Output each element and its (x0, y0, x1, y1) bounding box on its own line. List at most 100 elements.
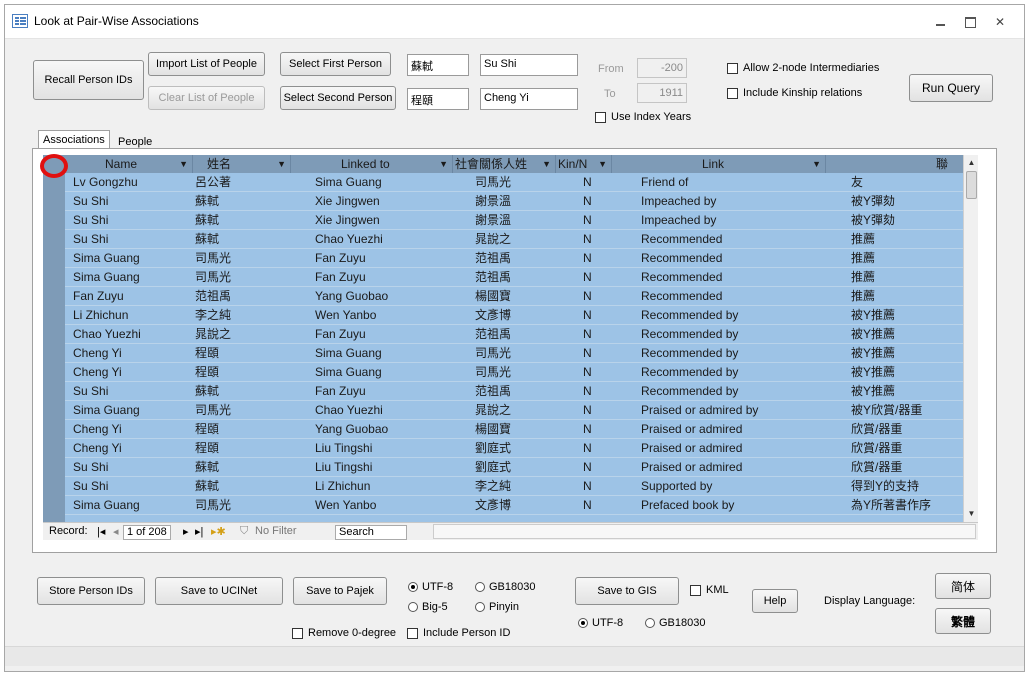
checkbox-box[interactable] (727, 87, 738, 99)
cell-link-chinese[interactable]: 被Y推薦 (851, 306, 978, 325)
allow-intermediaries-checkbox[interactable]: Allow 2-node Intermediaries (727, 62, 879, 74)
cell-link[interactable]: Recommended (641, 287, 846, 306)
cell-name[interactable]: Lv Gongzhu (73, 173, 193, 192)
dropdown-arrow-icon[interactable]: ▼ (542, 155, 551, 173)
cell-name[interactable]: Cheng Yi (73, 439, 193, 458)
cell-kin[interactable]: N (583, 401, 638, 420)
cell-linked-to[interactable]: Fan Zuyu (315, 382, 473, 401)
cell-kin[interactable]: N (583, 458, 638, 477)
cell-linked-to[interactable]: Fan Zuyu (315, 249, 473, 268)
cell-chinese-name[interactable]: 蘇軾 (195, 211, 310, 230)
vertical-scrollbar[interactable]: ▲ ▼ (963, 155, 978, 522)
gis-gb18030-radio[interactable]: GB18030 (645, 617, 705, 629)
cell-linked-to[interactable]: Chao Yuezhi (315, 230, 473, 249)
cell-link-chinese[interactable]: 得到Y的支持 (851, 477, 978, 496)
dropdown-arrow-icon[interactable]: ▼ (598, 155, 607, 173)
column-linked-chinese[interactable]: 社會關係人姓 ▼ (453, 155, 556, 173)
traditional-chinese-button[interactable]: 繁體 (935, 608, 991, 634)
cell-link-chinese[interactable]: 被Y彈劾 (851, 192, 978, 211)
cell-name[interactable]: Sima Guang (73, 401, 193, 420)
dropdown-arrow-icon[interactable]: ▼ (277, 155, 286, 173)
store-person-ids-button[interactable]: Store Person IDs (37, 577, 145, 605)
search-input[interactable]: Search (335, 525, 407, 540)
new-record-icon[interactable]: ▸✱ (211, 525, 226, 538)
cell-kin[interactable]: N (583, 325, 638, 344)
table-row[interactable]: Cheng Yi 程頤 Liu Tingshi 劉庭式 N Praised or admi… (65, 439, 978, 458)
column-link-chinese[interactable]: 聯 (826, 155, 963, 173)
column-name[interactable]: Name ▼ (65, 155, 193, 173)
radio-dot[interactable] (578, 618, 588, 628)
cell-linked-to[interactable]: Chao Yuezhi (315, 401, 473, 420)
cell-link[interactable]: Supported by (641, 477, 846, 496)
cell-linked-to[interactable]: Liu Tingshi (315, 439, 473, 458)
table-row[interactable]: Sima Guang 司馬光 Fan Zuyu 范祖禹 N Recommended 推薦 (65, 249, 978, 268)
cell-link[interactable]: Praised or admired (641, 458, 846, 477)
save-to-pajek-button[interactable]: Save to Pajek (293, 577, 387, 605)
cell-name[interactable]: Cheng Yi (73, 363, 193, 382)
save-to-gis-button[interactable]: Save to GIS (575, 577, 679, 605)
kml-checkbox[interactable]: KML (690, 584, 729, 596)
gis-utf8-radio[interactable]: UTF-8 (578, 617, 623, 629)
cell-linked-chinese[interactable]: 謝景溫 (475, 192, 575, 211)
checkbox-box[interactable] (727, 62, 738, 74)
maximize-icon[interactable] (960, 13, 980, 31)
cell-kin[interactable]: N (583, 268, 638, 287)
pajek-big5-radio[interactable]: Big-5 (408, 601, 448, 613)
table-row[interactable]: Fan Zuyu 范祖禹 Yang Guobao 楊國寶 N Recommended 推薦 (65, 287, 978, 306)
radio-dot[interactable] (475, 582, 485, 592)
cell-chinese-name[interactable]: 司馬光 (195, 496, 310, 515)
table-row[interactable]: Cheng Yi 程頤 Sima Guang 司馬光 N Recommended by 被Y… (65, 363, 978, 382)
table-row[interactable]: Su Shi 蘇軾 Xie Jingwen 謝景溫 N Impeached by 被Y彈劾 (65, 192, 978, 211)
cell-linked-to[interactable]: Li Zhichun (315, 477, 473, 496)
cell-chinese-name[interactable]: 司馬光 (195, 268, 310, 287)
cell-link-chinese[interactable]: 推薦 (851, 268, 978, 287)
select-first-person-button[interactable]: Select First Person (280, 52, 391, 76)
cell-link[interactable]: Friend of (641, 173, 846, 192)
cell-chinese-name[interactable]: 程頤 (195, 439, 310, 458)
import-list-button[interactable]: Import List of People (148, 52, 265, 76)
cell-linked-to[interactable]: Sima Guang (315, 173, 473, 192)
next-record-icon[interactable]: ▸ (183, 525, 189, 538)
cell-chinese-name[interactable]: 程頤 (195, 420, 310, 439)
first-person-chinese-field[interactable]: 蘇軾 (407, 54, 469, 76)
cell-kin[interactable]: N (583, 230, 638, 249)
cell-chinese-name[interactable]: 程頤 (195, 363, 310, 382)
cell-link-chinese[interactable]: 推薦 (851, 249, 978, 268)
cell-link-chinese[interactable]: 為Y所著書作序 (851, 496, 978, 515)
clear-list-button[interactable]: Clear List of People (148, 86, 265, 110)
cell-linked-chinese[interactable]: 范祖禹 (475, 249, 575, 268)
cell-linked-to[interactable]: Fan Zuyu (315, 325, 473, 344)
cell-link[interactable]: Recommended (641, 268, 846, 287)
cell-link[interactable]: Recommended by (641, 325, 846, 344)
cell-link-chinese[interactable]: 被Y彈劾 (851, 211, 978, 230)
previous-record-icon[interactable]: ◂ (113, 525, 119, 538)
cell-chinese-name[interactable]: 程頤 (195, 344, 310, 363)
cell-link[interactable]: Prefaced book by (641, 496, 846, 515)
cell-link-chinese[interactable]: 欣賞/器重 (851, 458, 978, 477)
cell-kin[interactable]: N (583, 249, 638, 268)
cell-linked-chinese[interactable]: 司馬光 (475, 173, 575, 192)
cell-linked-to[interactable]: Yang Guobao (315, 287, 473, 306)
table-row[interactable]: Lv Gongzhu 呂公著 Sima Guang 司馬光 N Friend of 友 (65, 173, 978, 192)
table-row[interactable]: Sima Guang 司馬光 Chao Yuezhi 晁說之 N Praised or a… (65, 401, 978, 420)
cell-link-chinese[interactable]: 推薦 (851, 287, 978, 306)
close-icon[interactable]: ✕ (990, 13, 1010, 31)
cell-name[interactable]: Sima Guang (73, 268, 193, 287)
cell-kin[interactable]: N (583, 439, 638, 458)
run-query-button[interactable]: Run Query (909, 74, 993, 102)
select-second-person-button[interactable]: Select Second Person (280, 86, 396, 110)
cell-linked-to[interactable]: Fan Zuyu (315, 268, 473, 287)
cell-chinese-name[interactable]: 蘇軾 (195, 230, 310, 249)
cell-name[interactable]: Sima Guang (73, 249, 193, 268)
table-row[interactable]: Su Shi 蘇軾 Liu Tingshi 劉庭式 N Praised or admire… (65, 458, 978, 477)
cell-name[interactable]: Su Shi (73, 382, 193, 401)
column-link[interactable]: Link ▼ (612, 155, 826, 173)
cell-link[interactable]: Recommended (641, 230, 846, 249)
cell-link-chinese[interactable]: 被Y推薦 (851, 325, 978, 344)
table-row[interactable]: Chao Yuezhi 晁說之 Fan Zuyu 范祖禹 N Recommended by… (65, 325, 978, 344)
cell-linked-chinese[interactable]: 李之純 (475, 477, 575, 496)
cell-name[interactable]: Cheng Yi (73, 420, 193, 439)
column-linked-to[interactable]: Linked to ▼ (291, 155, 453, 173)
checkbox-box[interactable] (595, 111, 606, 123)
include-person-id-checkbox[interactable]: Include Person ID (407, 627, 510, 639)
